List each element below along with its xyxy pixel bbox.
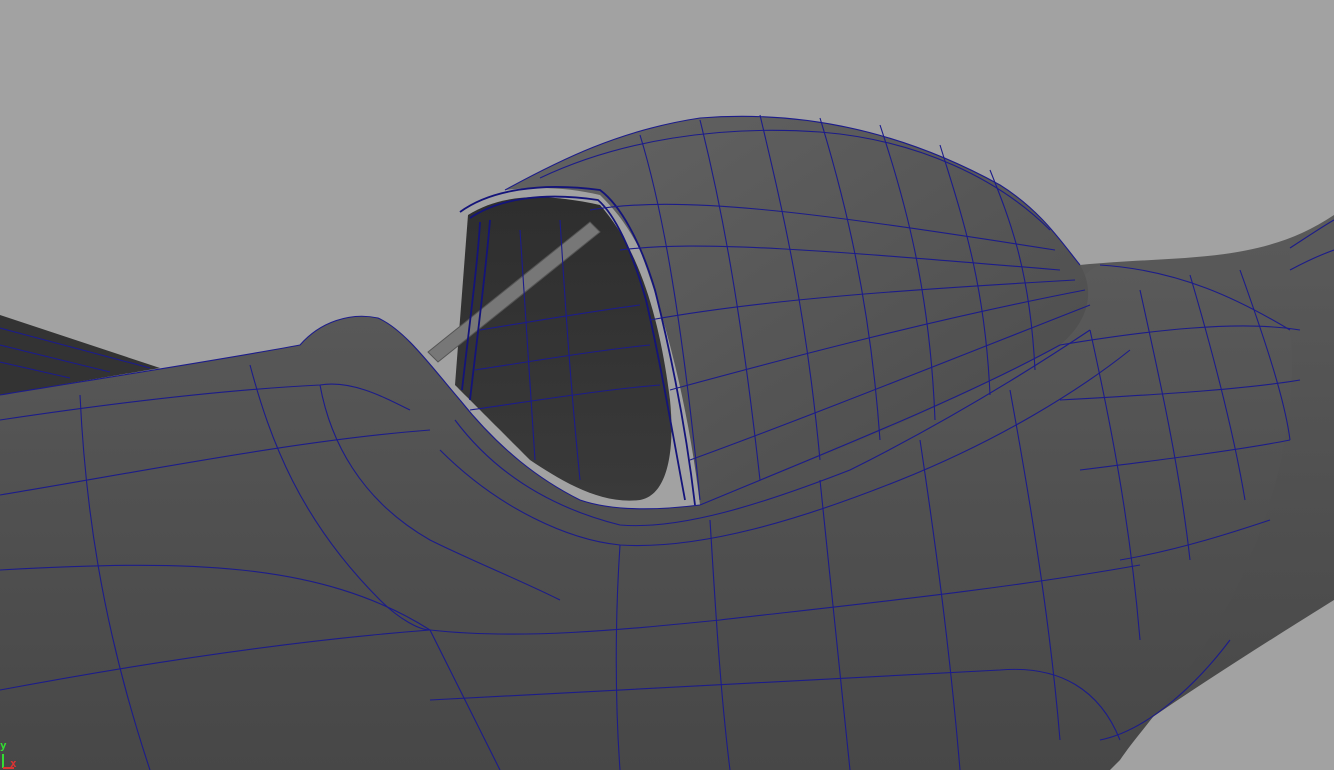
3d-viewport[interactable]: y x [0, 0, 1334, 770]
axis-gizmo: y x [0, 738, 24, 770]
y-axis-label: y [0, 739, 7, 752]
x-axis-label: x [10, 757, 17, 770]
airplane-model[interactable] [0, 0, 1334, 770]
